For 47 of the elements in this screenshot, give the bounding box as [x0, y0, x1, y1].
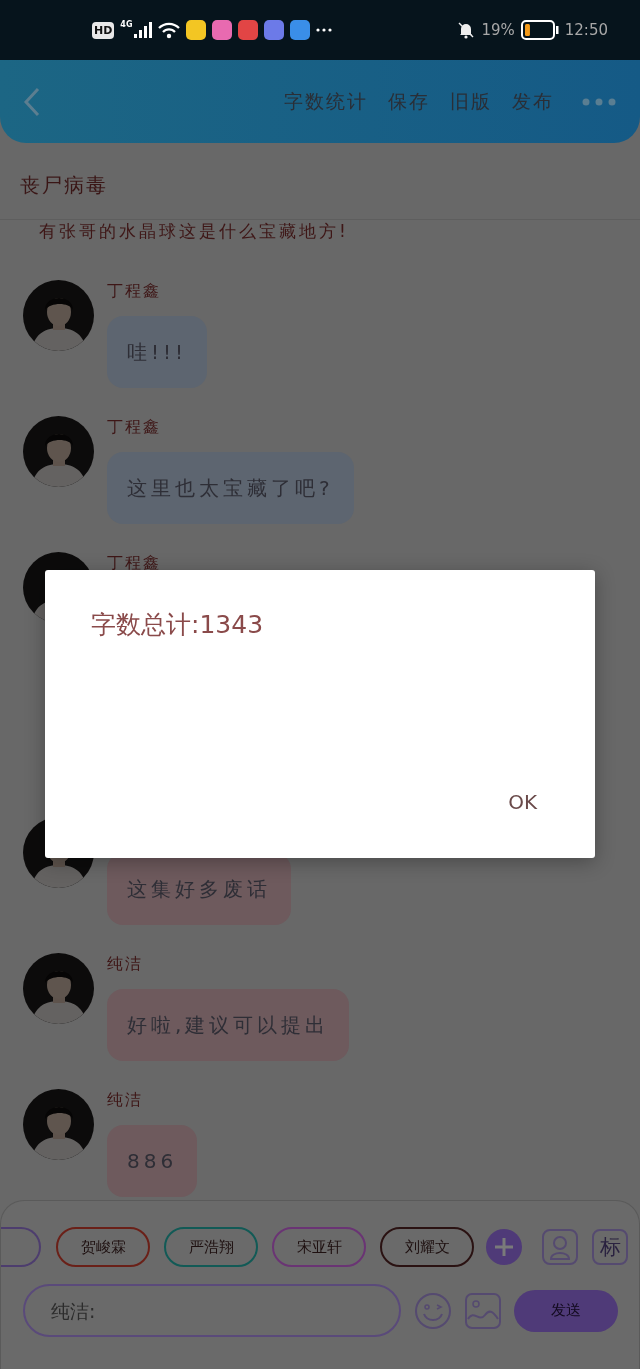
message-bubble: 这里也太宝藏了吧? [107, 452, 354, 524]
wifi-icon [158, 21, 181, 39]
header-action[interactable]: 字数统计 [284, 88, 368, 115]
message-input[interactable]: 纯洁: [23, 1284, 401, 1337]
sender-name: 纯洁 [107, 1089, 143, 1111]
more-icon [316, 28, 333, 32]
bell-muted-icon [457, 21, 476, 39]
message-text: 有张哥的水晶球这是什么宝藏地方! [39, 220, 350, 242]
header-action[interactable]: 保存 [388, 88, 430, 115]
app-icon [290, 20, 311, 40]
ok-button[interactable]: OK [490, 786, 555, 818]
battery-icon [520, 20, 559, 40]
more-icon[interactable] [582, 97, 616, 106]
message-bubble: 哇!!! [107, 316, 208, 388]
sender-name: 丁程鑫 [107, 280, 161, 302]
header-action[interactable]: 发布 [512, 88, 554, 115]
name-chip[interactable]: 刘耀文 [380, 1227, 474, 1267]
emoji-icon[interactable] [414, 1291, 452, 1330]
send-button[interactable]: 发送 [514, 1289, 618, 1332]
document-title: 丧尸病毒 [20, 171, 108, 199]
dialog-message: 字数总计:1343 [91, 609, 264, 641]
sender-name: 丁程鑫 [107, 552, 161, 574]
name-chip[interactable] [1, 1227, 41, 1267]
person-icon [549, 1234, 571, 1260]
person-button[interactable] [542, 1229, 578, 1265]
sender-name: 纯洁 [107, 953, 143, 975]
header-action[interactable]: 旧版 [450, 88, 492, 115]
name-chip[interactable]: 贺峻霖 [56, 1227, 150, 1267]
clock: 12:50 [564, 21, 608, 39]
network-label: 4G [120, 20, 133, 29]
battery-percent: 19% [481, 21, 515, 39]
sender-name: 丁程鑫 [107, 416, 161, 438]
back-icon[interactable] [22, 86, 42, 117]
message-bubble: 好啦,建议可以提出 [107, 989, 350, 1061]
message-bubble: 886 [107, 1125, 198, 1197]
image-icon[interactable] [465, 1292, 501, 1329]
app-icon [186, 20, 207, 40]
app-icon [212, 20, 233, 40]
name-chip[interactable]: 宋亚轩 [272, 1227, 366, 1267]
add-button[interactable] [486, 1229, 522, 1265]
tag-button[interactable]: 标 [592, 1229, 628, 1265]
app-icon [264, 20, 285, 40]
hd-indicator: HD [92, 21, 115, 39]
app-icon [238, 20, 259, 40]
name-chip[interactable]: 严浩翔 [164, 1227, 258, 1267]
plus-icon [493, 1236, 515, 1258]
signal-icon [134, 22, 153, 38]
